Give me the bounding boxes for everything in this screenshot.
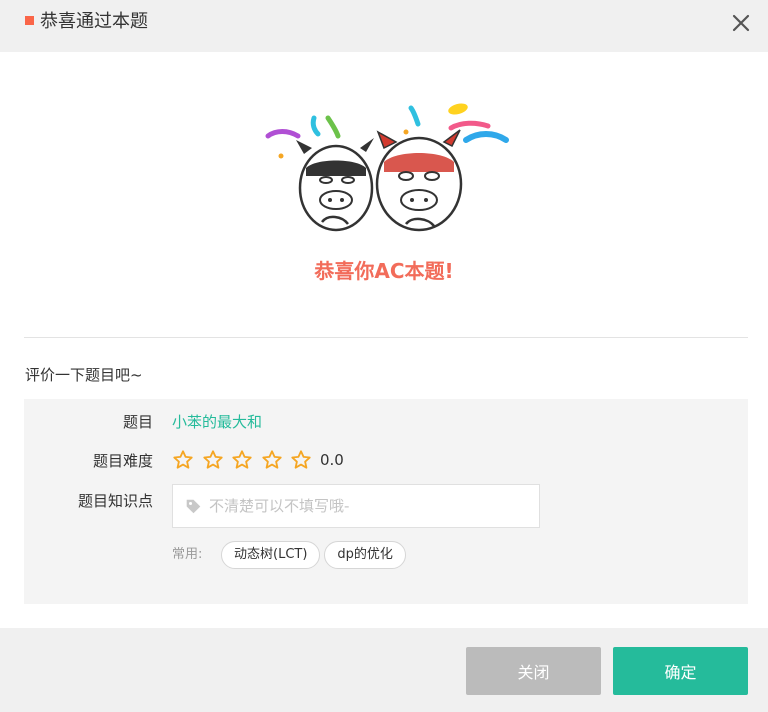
- knowledge-input-box: [172, 484, 540, 528]
- knowledge-input[interactable]: [209, 485, 529, 527]
- star-icon[interactable]: [231, 449, 253, 471]
- celebration-illustration: [265, 103, 509, 232]
- congrats-message: 恭喜你AC本题!: [314, 259, 454, 283]
- dialog-title: 恭喜通过本题: [40, 11, 148, 32]
- tag-chip-lct[interactable]: 动态树(LCT): [221, 541, 321, 569]
- problem-name-link[interactable]: 小苯的最大和: [172, 411, 262, 433]
- close-icon[interactable]: [727, 9, 755, 37]
- star-icon[interactable]: [261, 449, 283, 471]
- rating-prompt: 评价一下题目吧~: [25, 366, 143, 384]
- dialog-header: 恭喜通过本题: [0, 0, 768, 52]
- knowledge-label: 题目知识点: [77, 492, 153, 510]
- star-icon[interactable]: [202, 449, 224, 471]
- tag-icon: [186, 499, 201, 514]
- difficulty-stars: [172, 449, 320, 471]
- dialog-footer: 关闭 确定: [0, 628, 768, 712]
- common-tags-label: 常用:: [172, 547, 203, 562]
- common-tags: 动态树(LCT) dp的优化: [221, 541, 410, 569]
- confirm-button[interactable]: 确定: [613, 647, 748, 695]
- tag-chip-dp-optimization[interactable]: dp的优化: [324, 541, 406, 569]
- star-icon[interactable]: [172, 449, 194, 471]
- problem-label: 题目: [122, 413, 153, 431]
- difficulty-label: 题目难度: [92, 452, 153, 470]
- title-marker: [25, 16, 34, 25]
- divider: [24, 337, 748, 338]
- rating-panel: 题目 小苯的最大和 题目难度 0.0 题目知识点 常用: 动态树(LCT) dp…: [24, 399, 748, 604]
- close-button[interactable]: 关闭: [466, 647, 601, 695]
- star-icon[interactable]: [290, 449, 312, 471]
- difficulty-score: 0.0: [320, 451, 344, 469]
